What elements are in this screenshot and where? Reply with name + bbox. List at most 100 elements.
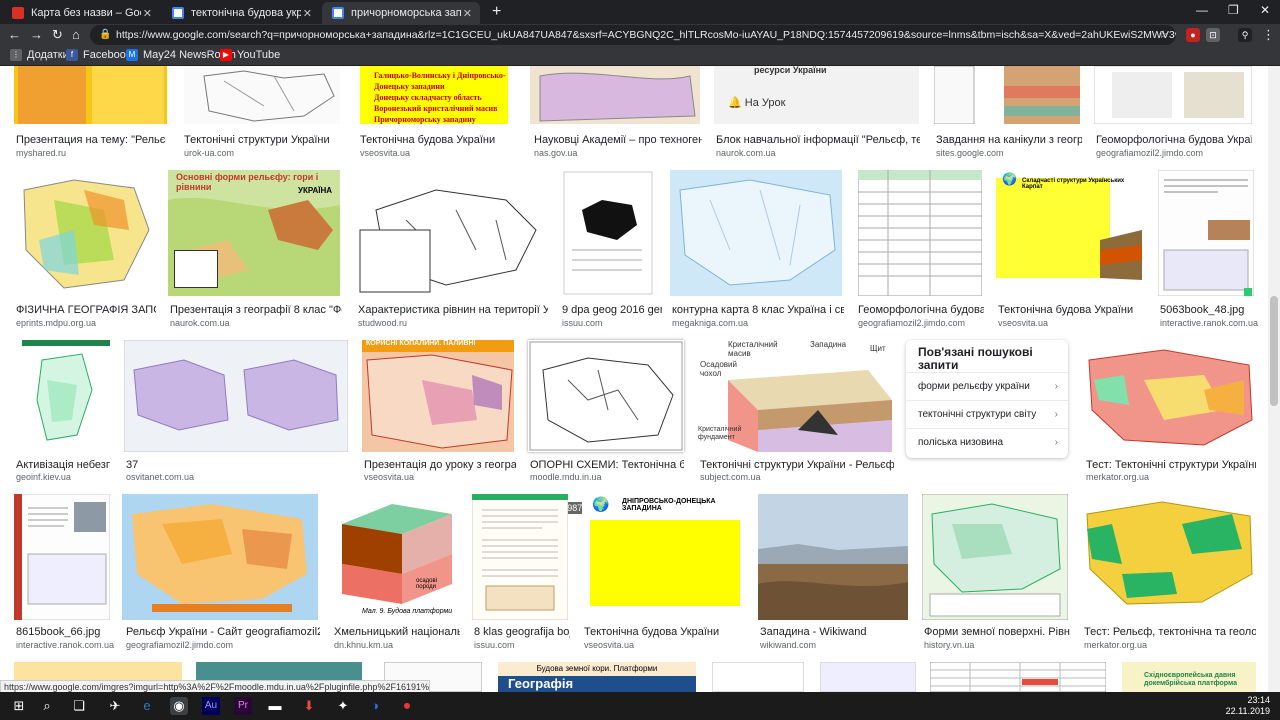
tab-tectonic-search[interactable]: тектонічна будова україни - Пошук Google… bbox=[162, 2, 320, 24]
image-result[interactable]: 🌍 ДНІПРОВСЬКО-ДОНЕЦЬКА ЗАПАДИНА bbox=[582, 494, 742, 620]
image-result[interactable] bbox=[858, 170, 982, 296]
result-caption[interactable]: 5063book_48.jpg bbox=[1160, 304, 1256, 316]
edge-icon[interactable]: e bbox=[138, 697, 156, 715]
reload-icon[interactable]: ↻ bbox=[52, 27, 63, 43]
image-result[interactable] bbox=[124, 340, 348, 452]
image-result[interactable]: Основні форми рельєфу: гори і рівнини УК… bbox=[168, 170, 340, 296]
restore-icon[interactable]: ❐ bbox=[1228, 3, 1239, 17]
new-tab-button[interactable]: + bbox=[492, 3, 501, 21]
image-result-hovered[interactable] bbox=[528, 340, 684, 452]
extension-icon[interactable]: ● bbox=[1186, 28, 1200, 42]
bookmark-facebook[interactable]: f Facebook bbox=[66, 49, 131, 61]
app-icon[interactable]: ◑ bbox=[366, 697, 384, 715]
related-search-item[interactable]: форми рельєфу україни › bbox=[906, 372, 1068, 400]
image-result[interactable] bbox=[562, 170, 654, 296]
image-result[interactable] bbox=[1084, 340, 1256, 452]
result-caption[interactable]: Тектонічна будова України bbox=[360, 134, 510, 146]
result-caption[interactable]: Характеристика рівнин на території Украї… bbox=[358, 304, 548, 316]
result-caption[interactable]: Хмельницький національни... bbox=[334, 626, 460, 638]
image-result[interactable] bbox=[22, 340, 110, 452]
page-scrollbar[interactable] bbox=[1268, 66, 1280, 692]
scrollbar-thumb[interactable] bbox=[1270, 296, 1278, 406]
image-result[interactable] bbox=[670, 170, 842, 296]
result-caption[interactable]: 9 dpa geog 2016 gene... bbox=[562, 304, 662, 316]
bookmark-star-icon[interactable]: ☆ bbox=[1159, 25, 1168, 45]
result-caption[interactable]: Презентація до уроку з географії у ... bbox=[364, 459, 516, 471]
image-result[interactable] bbox=[922, 494, 1068, 620]
result-caption[interactable]: ОПОРНІ СХЕМИ: Тектонічна будова р... bbox=[530, 459, 684, 471]
bookmark-youtube[interactable]: ▶ YouTube bbox=[220, 49, 280, 61]
forward-icon[interactable]: → bbox=[30, 27, 43, 42]
image-result[interactable]: Складчасті структури Українських Карпат … bbox=[996, 170, 1142, 296]
chrome-icon[interactable]: ◉ bbox=[170, 697, 188, 715]
system-clock[interactable]: 23:14 22.11.2019 bbox=[1226, 695, 1270, 717]
related-search-item[interactable]: тектонічні структури світу › bbox=[906, 400, 1068, 428]
image-result[interactable] bbox=[930, 662, 1106, 692]
address-bar[interactable]: 🔒 https://www.google.com/search?q=причор… bbox=[90, 25, 1176, 45]
image-result[interactable] bbox=[1158, 170, 1254, 296]
image-result[interactable]: осадові породи Мал. 9. Будова платформи bbox=[332, 494, 458, 620]
image-result[interactable]: КОРИСНІ КОПАЛИНИ. ПАЛИВНІ bbox=[362, 340, 514, 452]
result-caption[interactable]: ФІЗИЧНА ГЕОГРАФІЯ ЗАПОРІЗЬК... bbox=[16, 304, 156, 316]
app-icon[interactable]: ✦ bbox=[334, 697, 352, 715]
image-result[interactable]: Східноєвропейська давня докембрійська пл… bbox=[1122, 662, 1256, 692]
close-tab-icon[interactable]: ✕ bbox=[143, 7, 152, 20]
result-caption[interactable]: контурна карта 8 клас Україна і світове … bbox=[672, 304, 844, 316]
windows-start-icon[interactable]: ⊞ bbox=[10, 697, 28, 715]
task-view-icon[interactable]: ❏ bbox=[70, 697, 88, 715]
record-icon[interactable]: ⏺ bbox=[398, 697, 416, 715]
image-result[interactable] bbox=[1094, 66, 1252, 124]
result-caption[interactable]: Форми земної поверхні. Рівнини - ... bbox=[924, 626, 1070, 638]
profile-icon[interactable]: ⚲ bbox=[1238, 28, 1252, 42]
result-caption[interactable]: 8615book_66.jpg bbox=[16, 626, 112, 638]
result-caption[interactable]: Тектонічні структури України - Рельєф, т… bbox=[700, 459, 894, 471]
result-caption[interactable]: Завдання на канікули з географії ... bbox=[936, 134, 1082, 146]
folder-icon[interactable]: ▬ bbox=[266, 697, 284, 715]
image-result[interactable]: Галицько-Волинську і Дніпровсько-Донецьк… bbox=[360, 66, 508, 124]
audition-icon[interactable]: Au bbox=[202, 697, 220, 715]
extension-lock-icon[interactable]: ⊡ bbox=[1206, 28, 1220, 42]
image-result[interactable] bbox=[934, 66, 1080, 124]
search-icon[interactable]: ⌕ bbox=[38, 697, 56, 715]
result-caption[interactable]: Тектонічна будова України bbox=[584, 626, 744, 638]
result-caption[interactable]: Рельєф України - Сайт geografiamozil2! bbox=[126, 626, 320, 638]
image-result[interactable] bbox=[758, 494, 908, 620]
related-search-item[interactable]: поліська низовина › bbox=[906, 428, 1068, 456]
result-caption[interactable]: Тест: Рельєф, тектонічна та геологічна б… bbox=[1084, 626, 1256, 638]
tab-google-maps[interactable]: Карта без назви – Google Мої карти ✕ bbox=[2, 2, 160, 24]
image-result[interactable] bbox=[1082, 494, 1256, 620]
close-tab-icon[interactable]: ✕ bbox=[463, 7, 472, 20]
bookmark-apps[interactable]: ⋮ Додатки bbox=[10, 49, 69, 61]
image-result[interactable] bbox=[14, 170, 156, 296]
image-result[interactable] bbox=[184, 66, 340, 124]
result-caption[interactable]: Тест: Тектонічні структури України | MER… bbox=[1086, 459, 1256, 471]
result-caption[interactable]: 8 klas geografija bojko... bbox=[474, 626, 570, 638]
close-tab-icon[interactable]: ✕ bbox=[303, 7, 312, 20]
image-result[interactable] bbox=[530, 66, 700, 124]
image-result[interactable] bbox=[14, 66, 167, 124]
image-result[interactable] bbox=[820, 662, 916, 692]
result-caption[interactable]: Презентація з географії 8 клас "Форми з.… bbox=[170, 304, 342, 316]
premiere-icon[interactable]: Pr bbox=[234, 697, 252, 715]
image-result[interactable] bbox=[712, 662, 804, 692]
image-result[interactable]: ресурси України 🔔 На Урок bbox=[714, 66, 919, 124]
menu-icon[interactable]: ⋮ bbox=[1262, 27, 1275, 43]
tab-active-search[interactable]: причорноморська западина - Пошук Google … bbox=[322, 2, 480, 24]
result-caption[interactable]: Западина - Wikiwand bbox=[760, 626, 910, 638]
media-player-icon[interactable]: ✈ bbox=[106, 697, 124, 715]
result-caption[interactable]: Геоморфологічна будова Укр... bbox=[858, 304, 984, 316]
image-result[interactable] bbox=[122, 494, 318, 620]
minimize-icon[interactable]: — bbox=[1196, 3, 1208, 17]
result-caption[interactable]: Науковці Академії – про техногенні впли.… bbox=[534, 134, 702, 146]
image-result[interactable] bbox=[356, 170, 546, 296]
back-icon[interactable]: ← bbox=[8, 27, 21, 42]
image-result[interactable]: Кристалічний масив Западина Щит Осадовий… bbox=[698, 340, 894, 452]
result-caption[interactable]: Презентация на тему: "Рельєф. Тект... bbox=[16, 134, 166, 146]
result-caption[interactable]: Тектонічні структури України bbox=[184, 134, 340, 146]
image-result[interactable]: Будова земної кори. Платформи Географія bbox=[498, 662, 696, 692]
result-caption[interactable]: Активізація небезпеч... bbox=[16, 459, 110, 471]
result-caption[interactable]: Геоморфологічна будова України - Са... bbox=[1096, 134, 1252, 146]
download-icon[interactable]: ⬇ bbox=[300, 697, 318, 715]
image-result[interactable] bbox=[472, 494, 568, 620]
result-caption[interactable]: 37 bbox=[126, 459, 326, 471]
